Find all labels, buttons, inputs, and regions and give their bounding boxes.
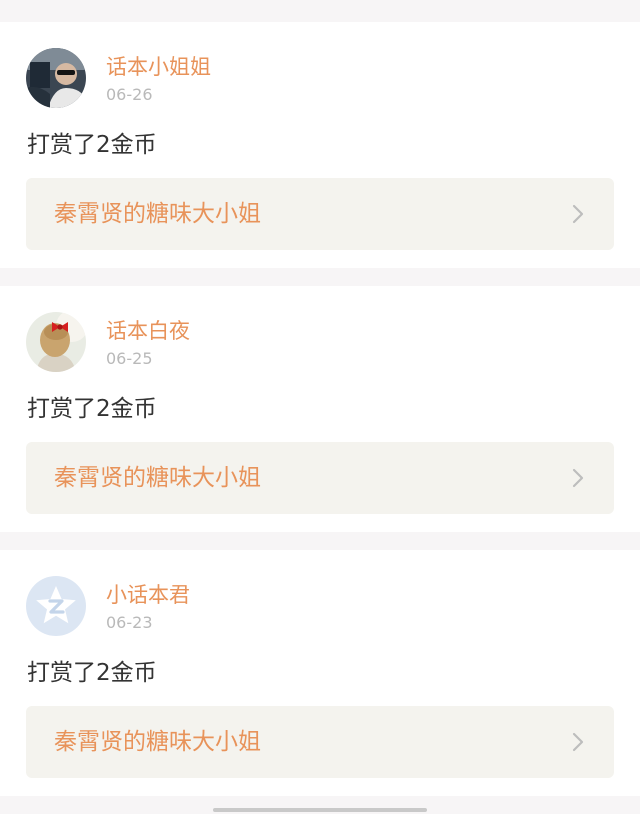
reward-action-text: 打赏了2金币	[27, 132, 157, 158]
reward-action-text: 打赏了2金币	[27, 660, 157, 686]
username[interactable]: 小话本君	[106, 582, 190, 608]
story-link-card[interactable]: 秦霄贤的糖味大小姐	[26, 442, 614, 514]
qq-default-avatar-icon	[26, 576, 86, 636]
story-link-card[interactable]: 秦霄贤的糖味大小姐	[26, 706, 614, 778]
feed-card: 小话本君 06-23 打赏了2金币 秦霄贤的糖味大小姐	[0, 550, 640, 796]
feed-card: 话本白夜 06-25 打赏了2金币 秦霄贤的糖味大小姐	[0, 286, 640, 532]
photo-avatar-car-driver-icon	[26, 48, 86, 108]
story-title: 秦霄贤的糖味大小姐	[54, 201, 261, 227]
post-date: 06-23	[106, 613, 153, 632]
reward-action-text: 打赏了2金币	[27, 396, 157, 422]
post-date: 06-26	[106, 85, 153, 104]
username[interactable]: 话本白夜	[106, 318, 190, 344]
photo-avatar-girl-red-bow-icon	[26, 312, 86, 372]
user-avatar[interactable]	[26, 312, 86, 372]
home-indicator[interactable]	[213, 808, 427, 812]
feed-card: 话本小姐姐 06-26 打赏了2金币 秦霄贤的糖味大小姐	[0, 22, 640, 268]
story-title: 秦霄贤的糖味大小姐	[54, 465, 261, 491]
user-avatar[interactable]	[26, 48, 86, 108]
story-title: 秦霄贤的糖味大小姐	[54, 729, 261, 755]
chevron-right-icon	[572, 468, 584, 488]
post-date: 06-25	[106, 349, 153, 368]
username[interactable]: 话本小姐姐	[106, 54, 211, 80]
story-link-card[interactable]: 秦霄贤的糖味大小姐	[26, 178, 614, 250]
reward-feed: 话本小姐姐 06-26 打赏了2金币 秦霄贤的糖味大小姐 话本白夜 06-25	[0, 0, 640, 814]
user-avatar[interactable]	[26, 576, 86, 636]
chevron-right-icon	[572, 732, 584, 752]
chevron-right-icon	[572, 204, 584, 224]
